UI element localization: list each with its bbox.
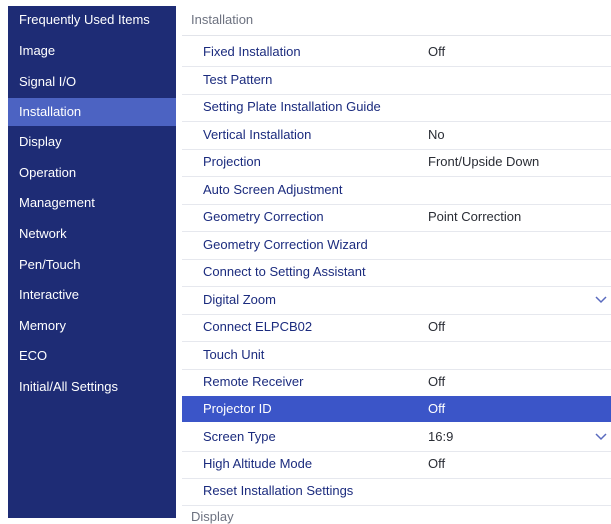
setting-row-auto-screen-adjustment[interactable]: Auto Screen Adjustment: [182, 177, 611, 203]
row-divider: [182, 505, 611, 506]
setting-label: Screen Type: [203, 429, 276, 444]
sidebar-item-frequently-used-items[interactable]: Frequently Used Items: [8, 6, 176, 34]
setting-label: Connect ELPCB02: [203, 319, 313, 334]
setting-value: Off: [428, 374, 446, 389]
setting-value: 16:9: [428, 429, 454, 444]
setting-label: Test Pattern: [203, 72, 273, 87]
settings-panel: Installation Fixed Installation Off Test…: [182, 6, 611, 524]
setting-label: Geometry Correction: [203, 209, 324, 224]
sidebar-item-image[interactable]: Image: [8, 37, 176, 65]
section-title: Installation: [182, 6, 611, 36]
sidebar-item-operation[interactable]: Operation: [8, 159, 176, 187]
setting-row-geometry-correction-wizard[interactable]: Geometry Correction Wizard: [182, 232, 611, 258]
setting-label: Remote Receiver: [203, 374, 304, 389]
setting-label: Vertical Installation: [203, 127, 312, 142]
sidebar-item-memory[interactable]: Memory: [8, 312, 176, 340]
sidebar-item-network[interactable]: Network: [8, 220, 176, 248]
sidebar-item-eco[interactable]: ECO: [8, 342, 176, 370]
setting-label: Setting Plate Installation Guide: [203, 99, 381, 114]
setting-value: Off: [428, 456, 446, 471]
setting-value: Point Correction: [428, 209, 522, 224]
sidebar-item-signal-io[interactable]: Signal I/O: [8, 68, 176, 96]
setting-label: Digital Zoom: [203, 292, 276, 307]
chevron-down-icon[interactable]: [595, 287, 607, 313]
setting-value: Front/Upside Down: [428, 154, 540, 169]
sidebar-item-installation[interactable]: Installation: [8, 98, 176, 126]
setting-row-connect-to-setting-assistant[interactable]: Connect to Setting Assistant: [182, 259, 611, 285]
setting-row-setting-plate-installation-guide[interactable]: Setting Plate Installation Guide: [182, 94, 611, 120]
setting-row-screen-type[interactable]: Screen Type 16:9: [182, 424, 611, 450]
sidebar-item-interactive[interactable]: Interactive: [8, 281, 176, 309]
setting-label: Auto Screen Adjustment: [203, 182, 343, 197]
setting-row-digital-zoom[interactable]: Digital Zoom: [182, 287, 611, 313]
setting-value: Off: [428, 319, 446, 334]
sidebar-item-display[interactable]: Display: [8, 128, 176, 156]
setting-label: Reset Installation Settings: [203, 483, 354, 498]
setting-label: Connect to Setting Assistant: [203, 264, 366, 279]
setting-label: Fixed Installation: [203, 44, 301, 59]
setting-row-geometry-correction[interactable]: Geometry Correction Point Correction: [182, 204, 611, 230]
sidebar-item-pen-touch[interactable]: Pen/Touch: [8, 251, 176, 279]
setting-label: Projector ID: [203, 401, 272, 416]
sidebar-item-initial-all-settings[interactable]: Initial/All Settings: [8, 373, 176, 401]
sidebar-menu: Frequently Used Items Image Signal I/O I…: [8, 6, 176, 518]
setting-row-test-pattern[interactable]: Test Pattern: [182, 67, 611, 93]
setting-label: Touch Unit: [203, 347, 265, 362]
next-section-title: Display: [191, 509, 234, 524]
setting-row-remote-receiver[interactable]: Remote Receiver Off: [182, 369, 611, 395]
setting-row-reset-installation-settings[interactable]: Reset Installation Settings: [182, 478, 611, 504]
setting-row-projector-id[interactable]: Projector ID Off: [182, 396, 611, 422]
setting-value: No: [428, 127, 445, 142]
setting-label: Projection: [203, 154, 261, 169]
chevron-down-icon[interactable]: [595, 424, 607, 450]
settings-window: Frequently Used Items Image Signal I/O I…: [0, 0, 611, 524]
setting-row-high-altitude-mode[interactable]: High Altitude Mode Off: [182, 451, 611, 477]
setting-row-fixed-installation[interactable]: Fixed Installation Off: [182, 39, 611, 65]
setting-row-projection[interactable]: Projection Front/Upside Down: [182, 149, 611, 175]
setting-label: Geometry Correction Wizard: [203, 237, 368, 252]
sidebar-item-management[interactable]: Management: [8, 189, 176, 217]
setting-value: Off: [428, 44, 446, 59]
setting-row-connect-elpcb02[interactable]: Connect ELPCB02 Off: [182, 314, 611, 340]
setting-row-touch-unit[interactable]: Touch Unit: [182, 342, 611, 368]
setting-label: High Altitude Mode: [203, 456, 313, 471]
setting-row-vertical-installation[interactable]: Vertical Installation No: [182, 122, 611, 148]
setting-value: Off: [428, 401, 446, 416]
